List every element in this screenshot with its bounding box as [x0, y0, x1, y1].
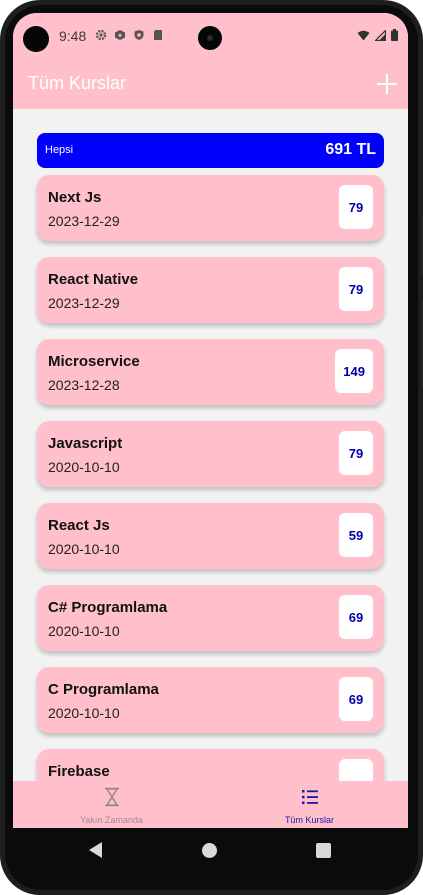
bottom-nav: Yakın Zamanda Tüm Kurslar [13, 781, 408, 828]
signal-icon [375, 29, 386, 41]
status-right-icons [357, 29, 398, 41]
course-card[interactable]: Next Js 2023-12-29 79 [37, 175, 384, 241]
front-camera [198, 26, 222, 50]
course-date: 2020-10-10 [48, 705, 120, 721]
course-name: React Js [48, 517, 110, 534]
course-card[interactable]: Microservice 2023-12-28 149 [37, 339, 384, 405]
battery-icon [391, 29, 398, 41]
recents-icon[interactable] [316, 843, 331, 858]
aperture-icon [115, 30, 125, 40]
tab-recent[interactable]: Yakın Zamanda [13, 781, 210, 828]
list-icon [301, 790, 318, 805]
course-name: C Programlama [48, 681, 159, 698]
add-course-button[interactable] [374, 71, 400, 97]
course-name: Microservice [48, 353, 140, 370]
tab-all-courses[interactable]: Tüm Kurslar [211, 781, 408, 828]
course-date: 2020-10-10 [48, 541, 120, 557]
summary-label: Hepsi [45, 144, 74, 156]
price-badge: 149 [335, 349, 373, 393]
course-date: 2023-12-29 [48, 295, 120, 311]
camera-cutout [23, 26, 49, 52]
tab-label: Tüm Kurslar [284, 815, 334, 825]
course-name: Firebase [48, 763, 110, 780]
gear-icon [95, 29, 107, 41]
course-date: 2023-12-29 [48, 213, 120, 229]
hourglass-icon [104, 787, 119, 807]
sd-card-icon [154, 30, 162, 40]
course-date: 2020-10-10 [48, 623, 120, 639]
price-badge: 59 [339, 513, 373, 557]
price-badge [339, 759, 373, 781]
course-name: C# Programlama [48, 599, 168, 616]
back-icon[interactable] [89, 842, 102, 858]
price-badge: 69 [339, 595, 373, 639]
course-date: 2020-10-10 [48, 459, 120, 475]
system-nav-bar [13, 828, 408, 873]
price-badge: 79 [339, 185, 373, 229]
course-card[interactable]: React Js 2020-10-10 59 [37, 503, 384, 569]
wifi-icon [357, 30, 370, 40]
price-badge: 69 [339, 677, 373, 721]
summary-total: 691 TL [325, 141, 376, 158]
course-scroll-area[interactable]: Hepsi 691 TL Next Js 2023-12-29 79 React… [13, 109, 408, 781]
course-name: React Native [48, 271, 139, 288]
status-time: 9:48 [59, 28, 87, 44]
course-card[interactable]: Firebase [37, 749, 384, 781]
status-bar: 9:48 [13, 13, 408, 63]
course-card[interactable]: React Native 2023-12-29 79 [37, 257, 384, 323]
course-name: Next Js [48, 189, 102, 206]
total-summary-bar: Hepsi 691 TL [37, 133, 384, 168]
price-badge: 79 [339, 431, 373, 475]
course-card[interactable]: C Programlama 2020-10-10 69 [37, 667, 384, 733]
app-screen: 9:48 Tüm Kurslar Hepsi 691 TL Next Js 20… [13, 13, 408, 828]
status-icons [95, 29, 164, 41]
app-bar: Tüm Kurslar [13, 63, 408, 109]
tab-label: Yakın Zamanda [80, 815, 143, 825]
course-date: 2023-12-28 [48, 377, 120, 393]
page-title: Tüm Kurslar [28, 73, 127, 93]
course-card[interactable]: C# Programlama 2020-10-10 69 [37, 585, 384, 651]
course-name: Javascript [48, 435, 123, 452]
course-card[interactable]: Javascript 2020-10-10 79 [37, 421, 384, 487]
home-icon[interactable] [202, 843, 217, 858]
shield-icon [134, 30, 144, 40]
price-badge: 79 [339, 267, 373, 311]
